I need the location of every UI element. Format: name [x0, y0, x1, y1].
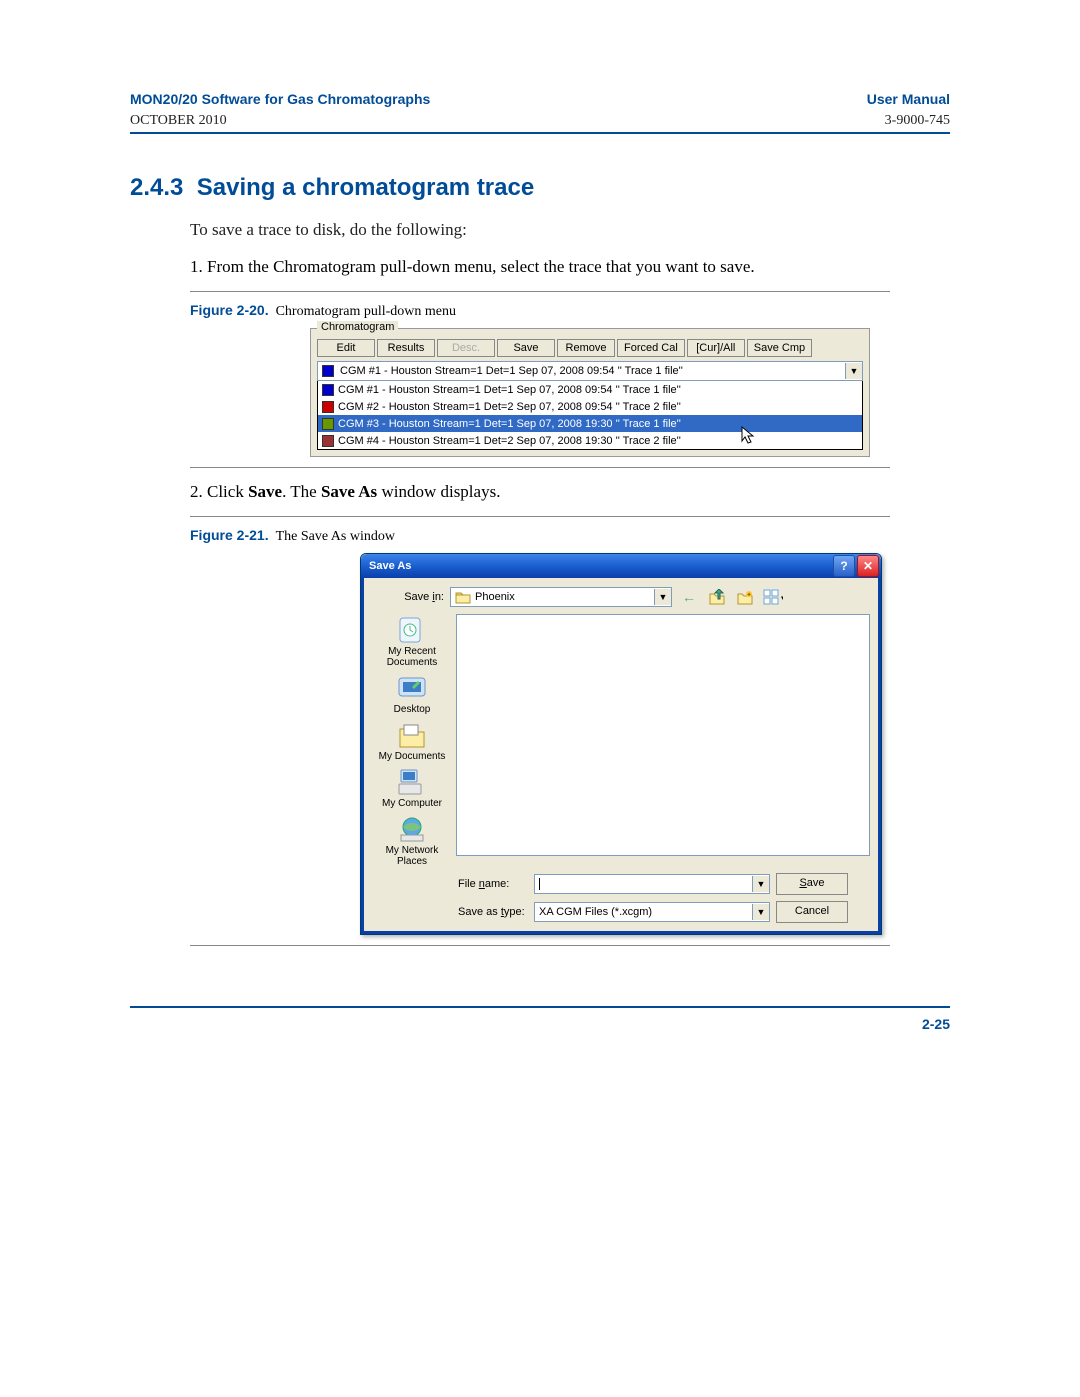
- cur-all-button[interactable]: [Cur]/All: [687, 339, 745, 357]
- trace-color-swatch: [322, 365, 334, 377]
- close-button[interactable]: ✕: [857, 555, 879, 577]
- my-documents-icon: [395, 719, 429, 751]
- type-label: Save as type:: [458, 906, 528, 918]
- up-one-level-icon[interactable]: [706, 586, 728, 608]
- intro-text: To save a trace to disk, do the followin…: [190, 220, 950, 240]
- trace-dropdown-list: CGM #1 - Houston Stream=1 Det=1 Sep 07, …: [317, 381, 863, 450]
- my-computer-icon: [395, 766, 429, 798]
- trace-option[interactable]: CGM #2 - Houston Stream=1 Det=2 Sep 07, …: [318, 398, 862, 415]
- dialog-title: Save As: [369, 560, 411, 572]
- save-button[interactable]: Save: [497, 339, 555, 357]
- chromatogram-widget: Edit Results Desc. Save Remove Forced Ca…: [310, 328, 870, 457]
- header-docnum: 3-9000-745: [885, 113, 950, 128]
- save-button[interactable]: Save: [776, 873, 848, 895]
- chromatogram-groupbox: Edit Results Desc. Save Remove Forced Ca…: [310, 328, 870, 457]
- section-heading: 2.4.3 Saving a chromatogram trace: [130, 174, 950, 202]
- figure-divider: [190, 945, 890, 946]
- back-icon[interactable]: ←: [678, 586, 700, 608]
- edit-button[interactable]: Edit: [317, 339, 375, 357]
- results-button[interactable]: Results: [377, 339, 435, 357]
- svg-text:✦: ✦: [746, 591, 752, 599]
- file-list[interactable]: [456, 614, 870, 856]
- folder-icon: [455, 590, 471, 604]
- recent-documents-icon: [395, 614, 429, 646]
- save-in-row: Save in: Phoenix ▼ ← ✦: [372, 586, 870, 608]
- places-bar: My Recent Documents Desktop My Documents…: [372, 614, 452, 867]
- chevron-down-icon[interactable]: ▼: [654, 589, 671, 605]
- page-number: 2-25: [130, 1016, 950, 1032]
- save-cmp-button[interactable]: Save Cmp: [747, 339, 812, 357]
- trace-color-swatch: [322, 384, 334, 396]
- figure-divider: [190, 467, 890, 468]
- trace-color-swatch: [322, 401, 334, 413]
- chevron-down-icon[interactable]: ▼: [752, 904, 769, 920]
- footer-line: [130, 1006, 950, 1008]
- chevron-down-icon[interactable]: ▼: [752, 876, 769, 892]
- figure-1-caption: Figure 2-20. Chromatogram pull-down menu: [190, 302, 950, 320]
- view-menu-icon[interactable]: ▾: [762, 586, 784, 608]
- nav-icons: ← ✦ ▾: [678, 586, 784, 608]
- cancel-button[interactable]: Cancel: [776, 901, 848, 923]
- new-folder-icon[interactable]: ✦: [734, 586, 756, 608]
- trace-color-swatch: [322, 435, 334, 447]
- chevron-down-icon[interactable]: ▼: [845, 363, 862, 379]
- chrom-toolbar: Edit Results Desc. Save Remove Forced Ca…: [317, 339, 863, 357]
- figure-divider: [190, 291, 890, 292]
- filename-row: File name: ▼ Save: [372, 873, 870, 895]
- desktop-icon: [395, 672, 429, 704]
- place-network[interactable]: My Network Places: [372, 813, 452, 867]
- step-1: 1. From the Chromatogram pull-down menu,…: [210, 257, 950, 277]
- place-mydocs[interactable]: My Documents: [372, 719, 452, 762]
- save-as-titlebar[interactable]: Save As ? ✕: [361, 554, 881, 578]
- header-title: MON20/20 Software for Gas Chromatographs: [130, 91, 430, 107]
- header-date: OCTOBER 2010: [130, 113, 227, 128]
- save-as-dialog: Save As ? ✕ Save in: Phoenix ▼ ←: [360, 553, 882, 935]
- trace-color-swatch: [322, 418, 334, 430]
- figure-divider: [190, 516, 890, 517]
- network-places-icon: [395, 813, 429, 845]
- place-mycomputer[interactable]: My Computer: [372, 766, 452, 809]
- trace-option-selected[interactable]: CGM #3 - Houston Stream=1 Det=1 Sep 07, …: [318, 415, 862, 432]
- forced-cal-button[interactable]: Forced Cal: [617, 339, 685, 357]
- place-desktop[interactable]: Desktop: [372, 672, 452, 715]
- svg-text:▾: ▾: [781, 595, 783, 602]
- step-2: 2. Click Save. The Save As window displa…: [210, 482, 950, 502]
- filetype-row: Save as type: XA CGM Files (*.xcgm) ▼ Ca…: [372, 901, 870, 923]
- header-manual: User Manual: [867, 91, 950, 107]
- trace-combobox[interactable]: CGM #1 - Houston Stream=1 Det=1 Sep 07, …: [317, 361, 863, 381]
- figure-2-caption: Figure 2-21. The Save As window: [190, 527, 950, 545]
- save-in-label: Save in:: [372, 591, 444, 603]
- type-combobox[interactable]: XA CGM Files (*.xcgm) ▼: [534, 902, 770, 922]
- filename-input[interactable]: ▼: [534, 874, 770, 894]
- desc-button: Desc.: [437, 339, 495, 357]
- place-recent[interactable]: My Recent Documents: [372, 614, 452, 668]
- save-in-combobox[interactable]: Phoenix ▼: [450, 587, 672, 607]
- page-header: MON20/20 Software for Gas Chromatographs…: [130, 90, 950, 134]
- trace-option[interactable]: CGM #4 - Houston Stream=1 Det=2 Sep 07, …: [318, 432, 862, 449]
- filename-label: File name:: [458, 878, 528, 890]
- trace-option[interactable]: CGM #1 - Houston Stream=1 Det=1 Sep 07, …: [318, 381, 862, 398]
- remove-button[interactable]: Remove: [557, 339, 615, 357]
- help-button[interactable]: ?: [833, 555, 855, 577]
